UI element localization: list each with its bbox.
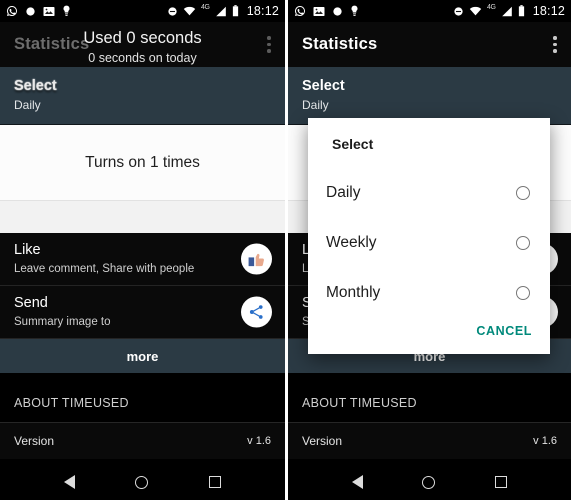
screenshot-stage: 4G 18:12 Statistics Used 0 seconds 0 sec…: [0, 0, 571, 500]
clock-label: 18:12: [246, 4, 279, 18]
share-icon[interactable]: [241, 296, 272, 328]
dialog-option-daily[interactable]: Daily: [308, 168, 550, 218]
select-card-value: Daily: [14, 98, 41, 112]
list-item-title: Send: [14, 295, 48, 311]
phone-screen-left: 4G 18:12 Statistics Used 0 seconds 0 sec…: [0, 0, 285, 500]
dialog-option-label: Monthly: [326, 284, 381, 301]
whatsapp-icon: [7, 6, 17, 16]
list-item-like[interactable]: Like Leave comment, Share with people: [0, 233, 285, 286]
dialog-option-label: Weekly: [326, 234, 377, 251]
select-card-title: Select: [14, 78, 57, 94]
version-label: Version: [14, 434, 55, 448]
dialog-option-label: Daily: [326, 184, 361, 201]
signal-icon: [215, 6, 226, 16]
status-icons-right: 4G 18:12: [167, 4, 279, 18]
radio-button-icon[interactable]: [516, 186, 530, 200]
turns-on-text: Turns on 1 times: [85, 153, 200, 171]
turns-on-panel: Turns on 1 times: [0, 125, 285, 201]
list-item-title: Like: [14, 242, 41, 258]
cancel-button[interactable]: CANCEL: [476, 324, 532, 338]
more-button[interactable]: more: [0, 339, 285, 373]
photo-icon: [43, 6, 55, 16]
dialog-options-list: Daily Weekly Monthly: [308, 168, 550, 318]
status-bar-left: 4G 18:12: [0, 0, 285, 22]
version-value: v 1.6: [247, 435, 271, 447]
network-type-label: 4G: [200, 3, 210, 11]
about-section-label: ABOUT TIMEUSED: [14, 396, 129, 410]
recents-icon[interactable]: [208, 476, 221, 488]
select-period-dialog: Select Daily Weekly Monthly CANCEL: [308, 118, 550, 354]
list-item-subtitle: Leave comment, Share with people: [14, 263, 195, 275]
more-button-label: more: [126, 348, 159, 364]
home-icon[interactable]: [135, 475, 149, 489]
wifi-icon: [183, 6, 196, 16]
dialog-title: Select: [332, 136, 374, 152]
app-bar-left: Statistics: [0, 22, 285, 67]
panel-gap: [0, 201, 285, 233]
kebab-menu-icon[interactable]: [267, 36, 271, 53]
do-not-disturb-icon: [168, 6, 177, 16]
list-item-send[interactable]: Send Summary image to: [0, 286, 285, 339]
battery-icon: [232, 5, 238, 17]
back-icon[interactable]: [64, 475, 76, 489]
phone-screen-right: 4G 18:12 Statistics Select Daily Turns o…: [288, 0, 571, 500]
dialog-actions: CANCEL: [308, 318, 550, 348]
radio-button-icon[interactable]: [516, 236, 530, 250]
radio-button-icon[interactable]: [516, 286, 530, 300]
navigation-bar-left: [0, 464, 285, 500]
status-icons-left: [6, 5, 71, 17]
about-section-header: ABOUT TIMEUSED: [0, 385, 285, 422]
about-spacer: [0, 373, 285, 385]
app-title: Statistics: [14, 35, 90, 53]
dialog-option-monthly[interactable]: Monthly: [308, 268, 550, 318]
list-item-subtitle: Summary image to: [14, 316, 111, 328]
dialog-option-weekly[interactable]: Weekly: [308, 218, 550, 268]
select-period-card[interactable]: Select Daily: [0, 67, 285, 125]
bulb-icon: [63, 5, 70, 16]
thumbs-up-icon[interactable]: [241, 243, 272, 275]
version-row[interactable]: Version v 1.6: [0, 423, 285, 459]
circle-icon: [26, 6, 35, 16]
